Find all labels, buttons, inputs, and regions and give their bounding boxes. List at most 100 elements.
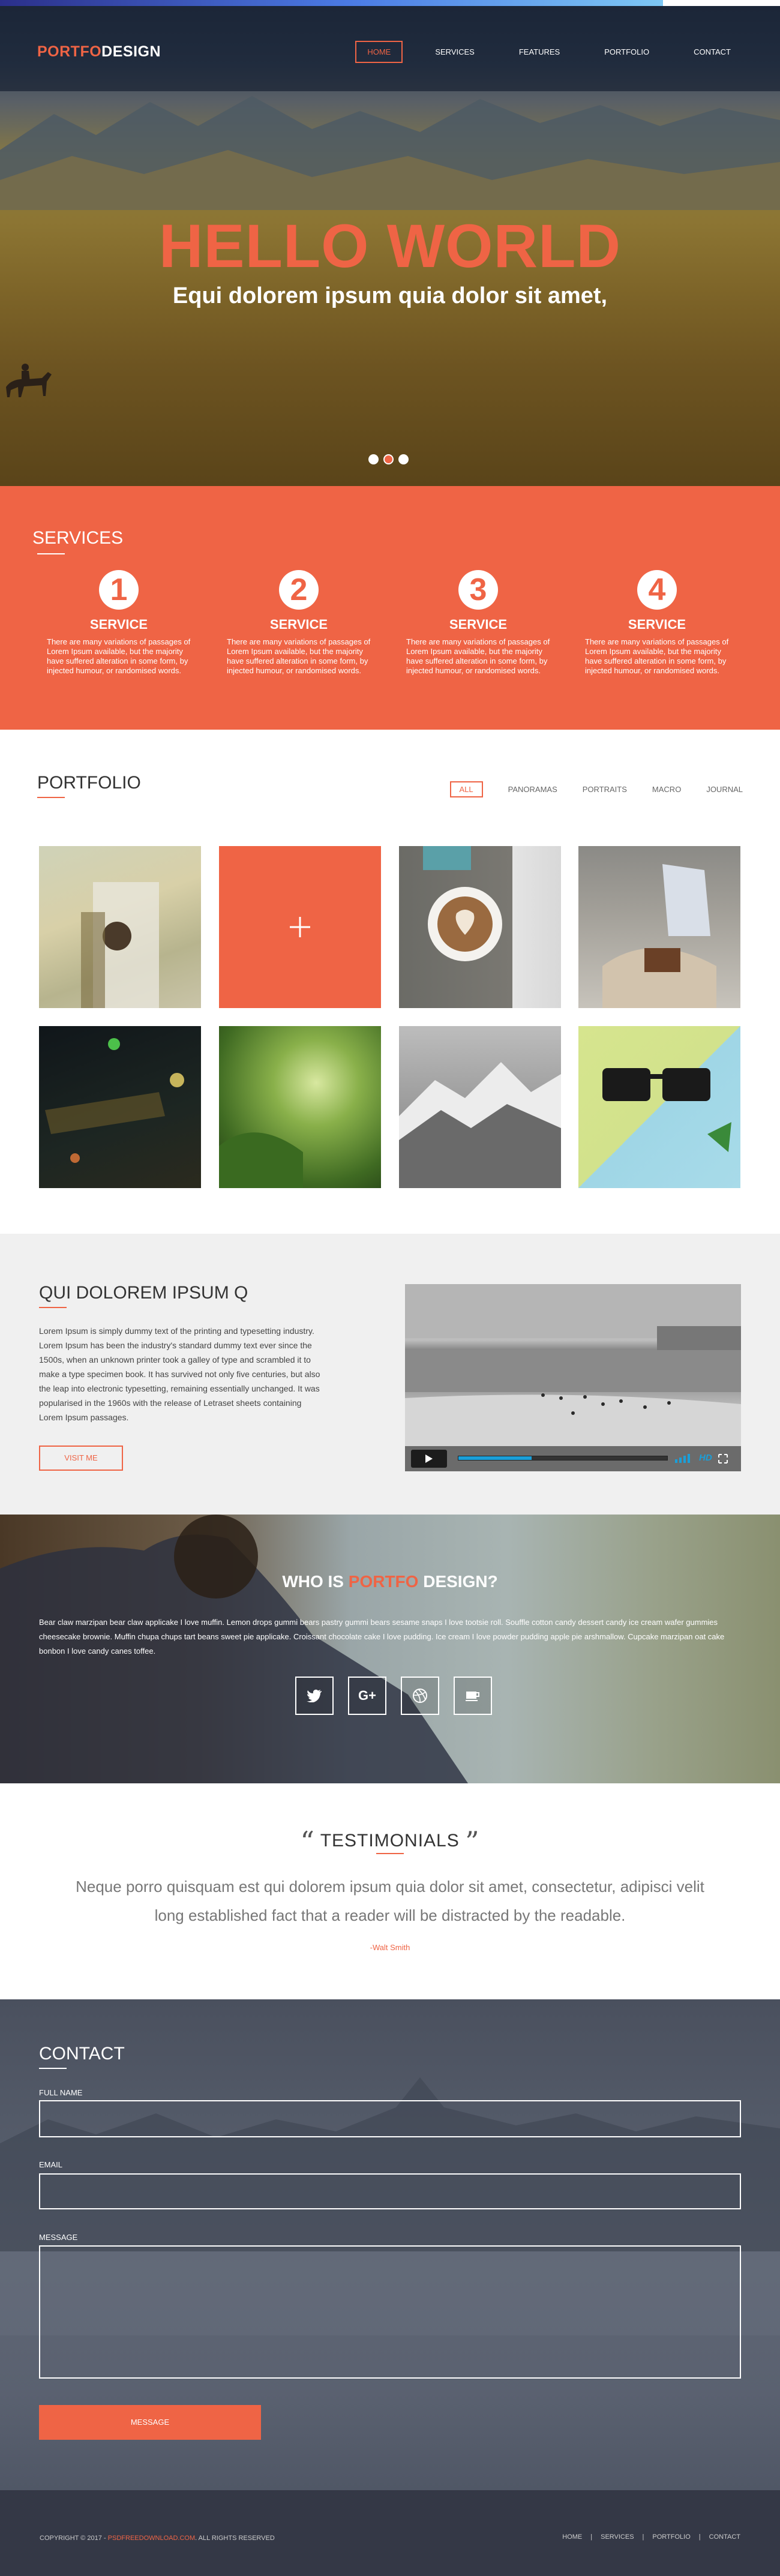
dribbble-button[interactable] [401,1677,439,1715]
footer-nav-contact[interactable]: CONTACT [709,2533,740,2541]
filter-macro[interactable]: MACRO [652,785,681,794]
horse-rider-silhouette [6,364,52,397]
twitter-button[interactable] [295,1677,334,1715]
play-icon [425,1455,433,1463]
footer-nav-separator: | [698,2533,701,2541]
sunglasses-image [602,1068,731,1152]
testimonial-author: -Walt Smith [370,1943,410,1952]
title-underline [39,1307,67,1308]
testimonial-line-1: Neque porro quisquam est qui dolorem ips… [76,1878,704,1896]
coffee-button[interactable] [454,1677,492,1715]
logo-part-2: DESIGN [101,43,161,60]
visit-me-button[interactable]: VISIT ME [39,1446,123,1471]
email-label: EMAIL [39,2160,63,2169]
dribbble-icon [413,1689,427,1703]
video-controls: HD [405,1446,741,1471]
neon-sign-image [45,1038,184,1163]
contact-section: CONTACT FULL NAME EMAIL MESSAGE MESSAGE [0,1999,780,2490]
service-description: There are many variations of passages of… [585,637,729,675]
slider-dot-3[interactable] [398,454,409,464]
quote-open-icon: “ [300,1825,315,1858]
fullscreen-icon[interactable] [718,1454,728,1464]
volume-icon[interactable] [674,1453,695,1464]
portfolio-item-reading[interactable] [578,846,740,1008]
filter-panoramas[interactable]: PANORAMAS [508,785,557,794]
testimonial-line-2: long established fact that a reader will… [154,1906,626,1924]
social-links: G+ [295,1677,492,1715]
site-footer: COPYRIGHT © 2017 - PSDFREEDOWNLOAD.COM. … [0,2490,780,2576]
service-card-4: 4 SERVICE There are many variations of p… [579,570,735,676]
nav-contact[interactable]: CONTACT [682,41,743,63]
nav-portfolio[interactable]: PORTFOLIO [592,41,661,63]
mountain-backdrop [0,96,780,210]
coffee-cup-image [423,846,502,961]
reading-person-image [602,864,716,1008]
full-name-input[interactable] [39,2100,741,2137]
portfolio-item-lights[interactable] [39,1026,201,1188]
service-number-badge: 1 [99,570,139,610]
slider-dot-1[interactable] [368,454,379,464]
who-text: Bear claw marzipan bear claw applicake I… [39,1618,725,1656]
google-plus-button[interactable]: G+ [348,1677,386,1715]
title-underline [37,797,65,798]
service-number-badge: 4 [637,570,677,610]
send-message-button[interactable]: MESSAGE [39,2405,261,2440]
beach-video-frame [405,1284,741,1471]
copyright-suffix: . ALL RIGHTS RESERVED [195,2535,275,2542]
contact-title: CONTACT [39,2044,125,2064]
about-text: Lorem Ipsum is simply dummy text of the … [39,1326,320,1422]
service-description: There are many variations of passages of… [47,637,191,675]
google-plus-icon: G+ [358,1688,376,1703]
twitter-icon [307,1689,322,1702]
video-player[interactable]: HD [405,1284,741,1471]
coffee-icon [466,1692,479,1701]
play-button[interactable] [411,1450,447,1468]
top-accent-bar [0,0,780,6]
message-textarea[interactable] [39,2245,741,2379]
nav-home[interactable]: HOME [355,41,403,63]
portfolio-title: PORTFOLIO [37,773,141,793]
who-title-brand: PORTFO [348,1572,419,1591]
portfolio-item-sunglasses[interactable] [578,1026,740,1188]
nav-features[interactable]: FEATURES [507,41,572,63]
portfolio-item-coffee[interactable] [399,846,561,1008]
title-underline [37,553,65,554]
footer-nav-separator: | [642,2533,644,2541]
service-card-1: 1 SERVICE There are many variations of p… [41,570,197,676]
email-input[interactable] [39,2173,741,2209]
main-nav: HOME SERVICES FEATURES PORTFOLIO CONTACT [355,41,743,63]
service-name: SERVICE [449,617,508,632]
slider-dot-2[interactable] [383,454,394,464]
footer-nav: HOME | SERVICES | PORTFOLIO | CONTACT [562,2533,740,2541]
video-progress-bar[interactable] [458,1456,668,1461]
slider-dots [368,454,409,464]
copyright: COPYRIGHT © 2017 - PSDFREEDOWNLOAD.COM. … [40,2535,275,2542]
filter-all[interactable]: ALL [449,781,483,797]
portfolio-item-mountains[interactable] [399,1026,561,1188]
filter-journal[interactable]: JOURNAL [706,785,743,794]
foliage-image [219,1132,303,1188]
site-logo[interactable]: PORTFODESIGN [37,43,161,61]
video-progress-fill [458,1456,532,1460]
service-name: SERVICE [269,617,328,632]
service-name: SERVICE [628,617,686,632]
who-title: WHO IS PORTFO DESIGN? [0,1572,780,1591]
portfolio-item-hover[interactable] [219,846,381,1008]
services-title: SERVICES [32,528,124,548]
service-description: There are many variations of passages of… [227,637,371,675]
service-card-2: 2 SERVICE There are many variations of p… [221,570,377,676]
service-description: There are many variations of passages of… [406,637,550,675]
about-title: QUI DOLOREM IPSUM Q [39,1283,248,1303]
copyright-link[interactable]: PSDFREEDOWNLOAD.COM [108,2535,195,2542]
portfolio-item-photographer[interactable] [39,846,201,1008]
footer-nav-home[interactable]: HOME [562,2533,582,2541]
filter-portraits[interactable]: PORTRAITS [583,785,627,794]
logo-part-1: PORTFO [37,43,102,60]
footer-nav-portfolio[interactable]: PORTFOLIO [652,2533,690,2541]
nav-services[interactable]: SERVICES [423,41,487,63]
site-header: PORTFODESIGN HOME SERVICES FEATURES PORT… [0,25,780,77]
hd-toggle[interactable]: HD [699,1453,712,1463]
footer-nav-services[interactable]: SERVICES [601,2533,634,2541]
services-section: SERVICES 1 SERVICE There are many variat… [0,486,780,730]
portfolio-item-nature[interactable] [219,1026,381,1188]
